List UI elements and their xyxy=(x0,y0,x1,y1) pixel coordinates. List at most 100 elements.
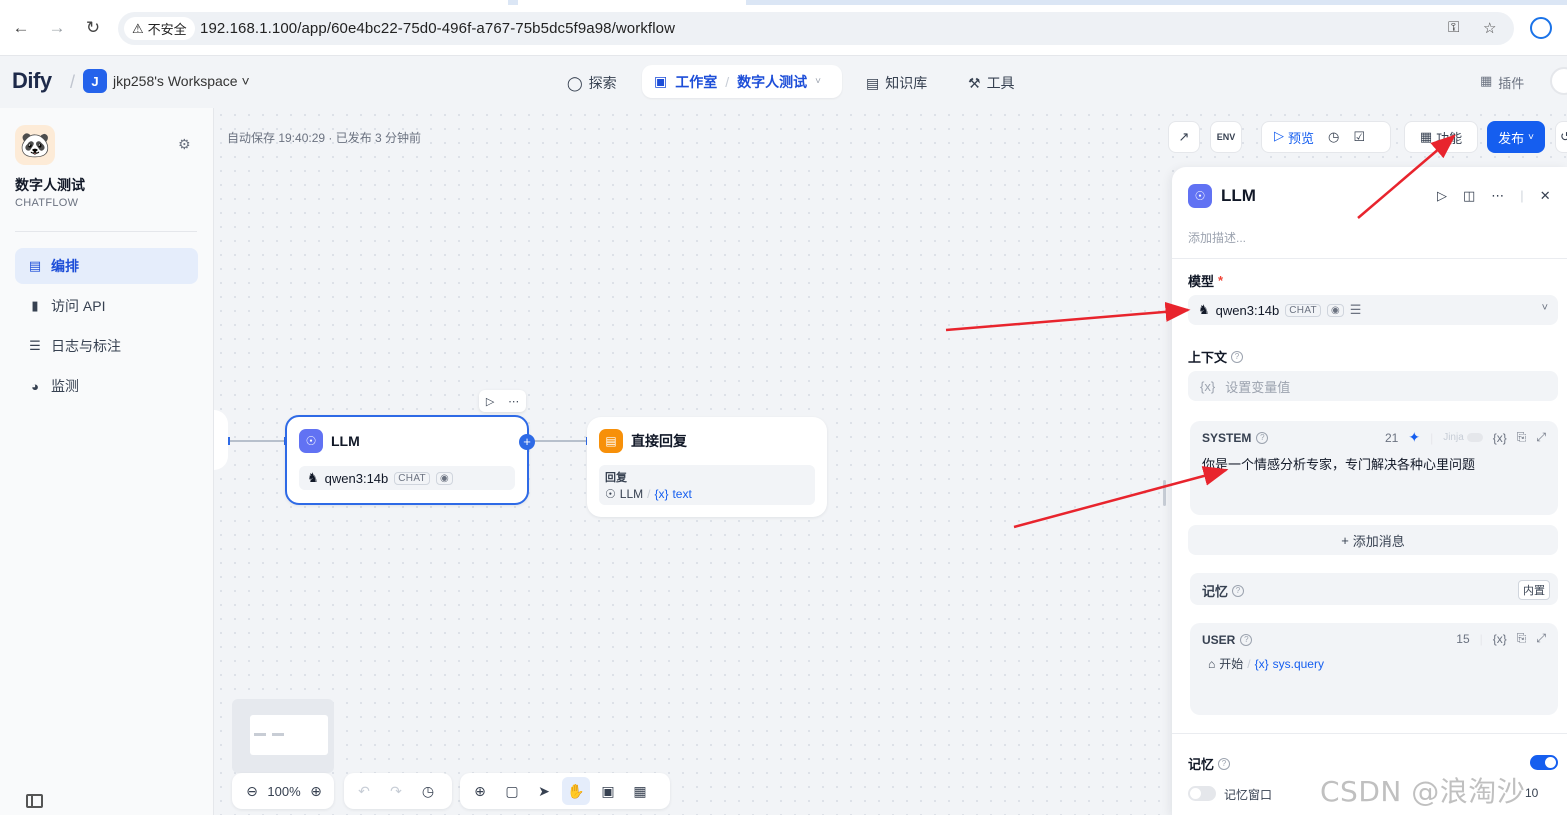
copy-icon[interactable]: ⎘ xyxy=(1517,430,1527,445)
insert-variable-icon[interactable]: {x} xyxy=(1493,632,1507,646)
llm-node[interactable]: ☉ LLM ♞ qwen3:14b CHAT ◉ xyxy=(285,415,529,505)
insecure-badge[interactable]: ⚠ 不安全 xyxy=(124,17,195,40)
pointer-icon[interactable]: ➤ xyxy=(530,777,558,805)
nav-plugins[interactable]: ▦ 插件 xyxy=(1480,73,1524,92)
nav-studio[interactable]: ▣ 工作室 / 数字人测试 ˅ xyxy=(642,65,842,98)
more-icon[interactable]: ⋯ xyxy=(508,395,519,408)
sidebar-item-orchestrate[interactable]: ▤ 编排 xyxy=(15,248,198,284)
workspace-avatar: J xyxy=(83,69,107,93)
zoom-out-icon[interactable]: ⊖ xyxy=(238,777,266,805)
app-name: 数字人测试 xyxy=(15,177,85,193)
browser-tab-strip xyxy=(0,0,1567,5)
system-prompt-text[interactable]: 你是一个情感分析专家，专门解决各种心里问题 xyxy=(1202,454,1475,473)
user-avatar[interactable] xyxy=(1550,67,1567,95)
add-note-icon[interactable]: ▢ xyxy=(498,777,526,805)
sidebar-item-monitor[interactable]: ◕ 监测 xyxy=(15,368,198,404)
profile-icon[interactable] xyxy=(1530,17,1552,39)
llm-icon: ☉ xyxy=(1188,184,1212,208)
llm-icon: ☉ xyxy=(299,429,323,453)
params-sliders-icon[interactable]: ☰ xyxy=(1350,302,1362,318)
expand-icon[interactable]: ⤢ xyxy=(1536,430,1546,445)
add-message-button[interactable]: + 添加消息 xyxy=(1188,525,1558,555)
mode-tag: CHAT xyxy=(1285,303,1321,317)
url-text[interactable]: 192.168.1.100/app/60e4bc22-75d0-496f-a76… xyxy=(200,20,675,37)
undo-icon[interactable]: ↶ xyxy=(350,777,378,805)
nav-knowledge[interactable]: ▤ 知识库 xyxy=(866,73,927,93)
answer-node[interactable]: ▤ 直接回复 回复 ☉ LLM / {x} text xyxy=(587,417,827,517)
more-toolbar-icon[interactable]: ↺ xyxy=(1555,121,1567,153)
divider xyxy=(1172,733,1567,734)
history-controls: ↶ ↷ ◷ xyxy=(344,773,452,809)
add-node-icon[interactable]: ⊕ xyxy=(466,777,494,805)
insert-variable-icon[interactable]: {x} xyxy=(1493,431,1507,445)
start-node-stub[interactable] xyxy=(214,410,228,470)
export-image-icon[interactable]: ▣ xyxy=(594,777,622,805)
sidebar-item-api[interactable]: ▮ 访问 API xyxy=(15,288,198,324)
model-selector[interactable]: ♞ qwen3:14b CHAT ◉ ☰ ˅ xyxy=(1188,295,1558,325)
description-input[interactable]: 添加描述... xyxy=(1188,229,1246,246)
preview-button[interactable]: ▷ 预览 xyxy=(1274,128,1314,147)
context-variable-input[interactable]: {x} 设置变量值 xyxy=(1188,371,1558,401)
more-icon[interactable]: ⋯ xyxy=(1491,188,1504,204)
features-button[interactable]: ▦ 功能 xyxy=(1404,121,1478,153)
vision-icon: ◉ xyxy=(435,471,453,485)
nav-tools[interactable]: ⚒ 工具 xyxy=(968,73,1015,93)
expand-icon[interactable]: ⤢ xyxy=(1536,631,1546,646)
chevron-down-icon: ˅ xyxy=(1528,131,1534,143)
current-app-switcher[interactable]: 数字人测试 xyxy=(737,72,807,92)
app-icon: 🐼 xyxy=(15,125,55,165)
node-title: 直接回复 xyxy=(631,433,687,449)
file-list-icon: ☰ xyxy=(29,338,41,353)
env-button[interactable]: ENV xyxy=(1210,121,1242,153)
reload-icon[interactable]: ↻ xyxy=(82,17,104,39)
nav-explore[interactable]: ◯ 探索 xyxy=(567,73,617,93)
memory-window-toggle[interactable] xyxy=(1188,786,1216,801)
address-bar[interactable]: ⚠ 不安全 192.168.1.100/app/60e4bc22-75d0-49… xyxy=(118,12,1514,45)
add-next-node-handle[interactable]: + xyxy=(519,434,535,450)
key-icon[interactable]: ⚿ xyxy=(1448,19,1459,36)
system-message-editor[interactable]: SYSTEM? 21 ✦ | Jinja {x} ⎘ ⤢ 你是一个情感分析专家，… xyxy=(1190,421,1558,515)
settings-sliders-icon[interactable]: ⚙ xyxy=(178,136,191,153)
workspace-switcher[interactable]: jkp258's Workspace ˅ xyxy=(113,73,250,89)
panel-title[interactable]: LLM xyxy=(1221,186,1256,206)
zoom-in-icon[interactable]: ⊕ xyxy=(302,777,330,805)
zoom-level[interactable]: 100% xyxy=(267,777,300,805)
run-step-icon[interactable]: ▷ xyxy=(1437,188,1447,204)
home-icon: ⌂ xyxy=(1208,656,1216,671)
checklist-icon[interactable]: ☑ xyxy=(1353,129,1365,145)
publish-button[interactable]: 发布 ˅ xyxy=(1487,121,1545,153)
import-dsl-button[interactable]: ↗ xyxy=(1168,121,1200,153)
history-clock-icon[interactable]: ◷ xyxy=(1328,129,1339,145)
organize-blocks-icon[interactable]: ▦ xyxy=(626,777,654,805)
sparkle-generate-icon[interactable]: ✦ xyxy=(1408,429,1420,446)
hammer-icon: ⚒ xyxy=(968,74,981,91)
ollama-icon: ♞ xyxy=(307,470,319,485)
memory-toggle[interactable] xyxy=(1530,755,1558,770)
star-icon[interactable]: ☆ xyxy=(1483,19,1496,37)
llm-small-icon: ☉ xyxy=(605,487,616,501)
sidebar-item-logs[interactable]: ☰ 日志与标注 xyxy=(15,328,198,364)
version-history-icon[interactable]: ◷ xyxy=(414,777,442,805)
hand-icon[interactable]: ✋ xyxy=(562,777,590,805)
variable-reference[interactable]: ⌂ 开始 / {x} sys.query xyxy=(1208,655,1324,672)
help-book-icon[interactable]: ◫ xyxy=(1463,188,1475,204)
panel-resize-handle[interactable] xyxy=(1163,480,1166,506)
node-model-chip: ♞ qwen3:14b CHAT ◉ xyxy=(299,466,515,490)
back-icon[interactable]: ← xyxy=(10,17,32,39)
dify-logo[interactable]: Dify xyxy=(12,68,52,94)
play-icon: ▷ xyxy=(1274,127,1284,143)
jinja-toggle[interactable]: Jinja xyxy=(1443,432,1483,443)
sidebar-collapse-icon[interactable] xyxy=(26,794,43,808)
run-node-icon[interactable]: ▷ xyxy=(486,395,494,408)
chevron-down-icon: ˅ xyxy=(1541,302,1548,314)
edge-start-llm xyxy=(228,440,286,442)
minimap[interactable] xyxy=(232,699,334,773)
copy-icon[interactable]: ⎘ xyxy=(1517,631,1527,646)
user-message-editor[interactable]: USER? 15 | {x} ⎘ ⤢ ⌂ 开始 / {x} sys.query xyxy=(1190,623,1558,715)
divider xyxy=(1172,258,1567,259)
close-icon[interactable]: ✕ xyxy=(1540,188,1551,204)
forward-icon[interactable]: → xyxy=(46,17,68,39)
reply-icon: ▤ xyxy=(599,429,623,453)
redo-icon[interactable]: ↷ xyxy=(382,777,410,805)
help-icon: ? xyxy=(1256,432,1269,444)
